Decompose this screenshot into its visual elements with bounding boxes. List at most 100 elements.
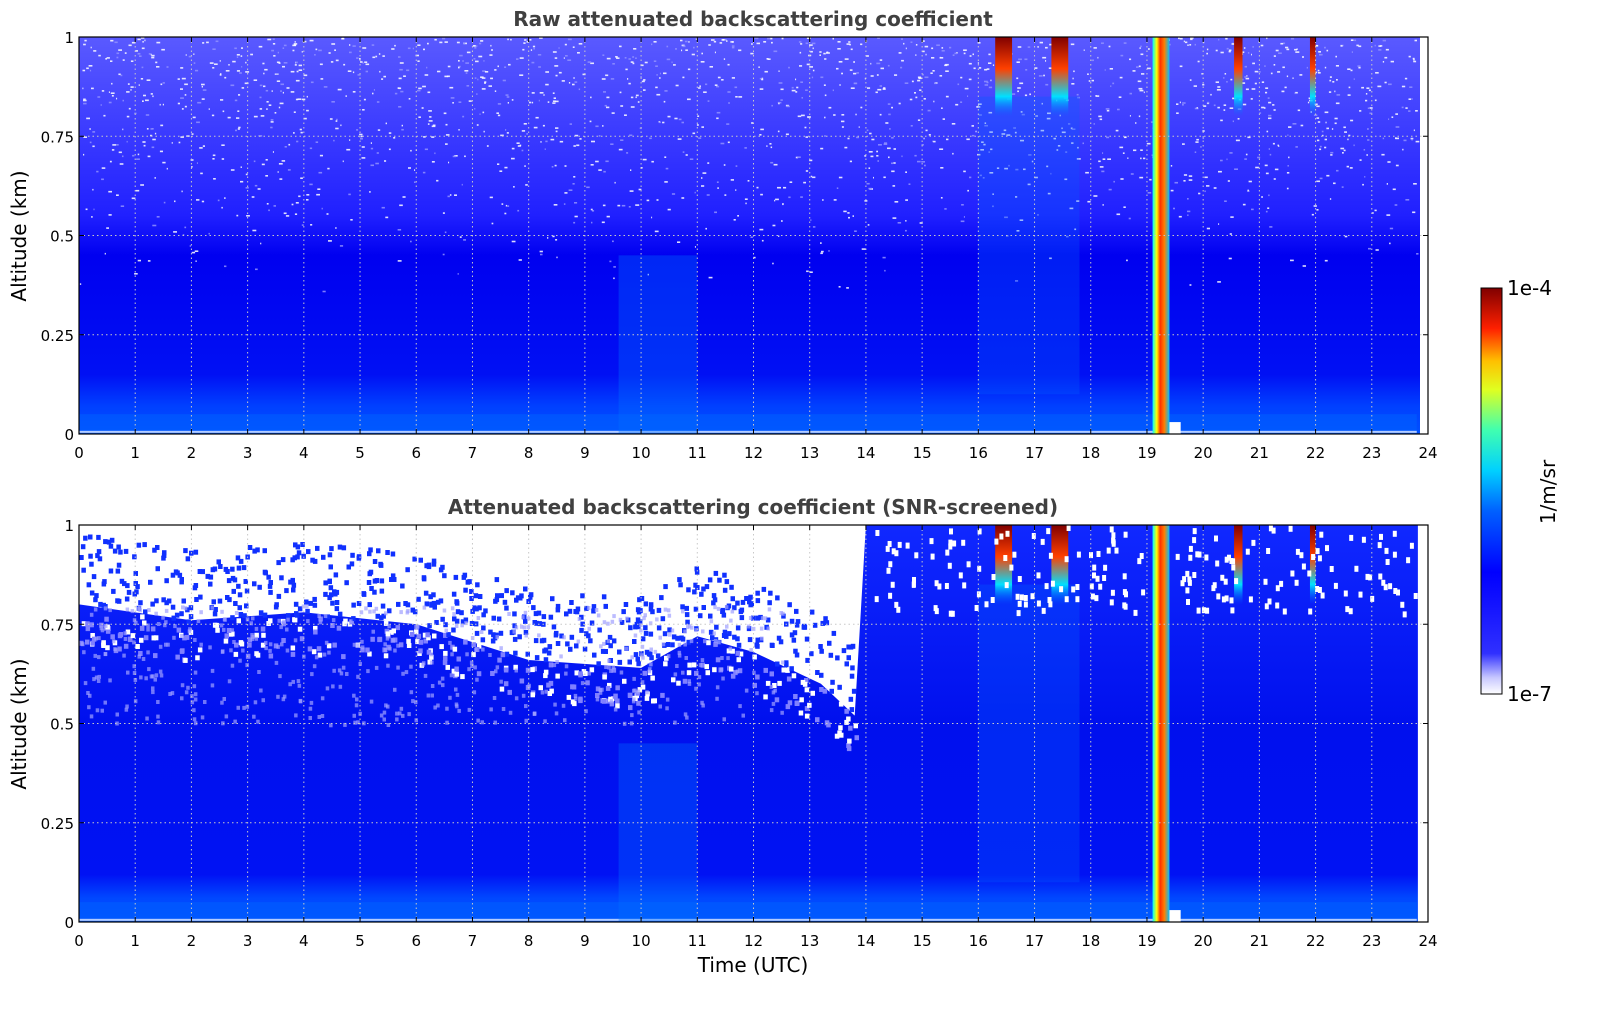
noise-fleck: [327, 167, 330, 170]
noise-fleck: [267, 38, 272, 41]
noise-fleck: [781, 220, 783, 222]
noise-fleck: [1261, 196, 1263, 198]
noise-fleck: [431, 125, 436, 128]
noise-fleck: [1374, 209, 1377, 212]
screen-edge-pixel: [549, 688, 554, 694]
noise-fleck: [694, 191, 696, 194]
noise-fleck: [1097, 56, 1099, 59]
noise-fleck: [803, 181, 806, 184]
noise-fleck: [246, 215, 250, 217]
noise-fleck: [224, 265, 227, 268]
screen-edge-pixel: [290, 577, 295, 583]
noise-fleck: [1394, 204, 1398, 206]
noise-fleck: [579, 138, 582, 140]
noise-fleck: [191, 133, 194, 135]
low-snr-pixel: [683, 712, 688, 717]
screen-edge-pixel: [656, 625, 662, 631]
noise-fleck: [306, 95, 308, 98]
noise-fleck: [1115, 129, 1119, 132]
screen-edge-pixel: [793, 694, 798, 699]
noise-fleck: [823, 84, 826, 86]
screen-edge-pixel: [416, 633, 422, 639]
low-snr-pixel: [282, 619, 286, 624]
noise-fleck: [349, 51, 352, 54]
screen-edge-pixel: [337, 611, 343, 617]
screen-edge-pixel: [483, 608, 488, 614]
noise-fleck: [173, 231, 177, 233]
noise-fleck: [756, 42, 760, 45]
x-tick-label: 24: [1418, 932, 1437, 950]
low-snr-pixel: [352, 713, 356, 718]
noise-fleck: [150, 93, 153, 95]
noise-fleck: [140, 184, 144, 186]
noise-fleck: [651, 43, 653, 46]
noise-fleck: [1188, 175, 1193, 177]
low-snr-pixel: [637, 710, 641, 715]
noise-fleck: [401, 128, 404, 131]
screen-edge-pixel: [173, 569, 179, 575]
screen-edge-pixel: [548, 614, 554, 620]
low-snr-pixel: [675, 664, 679, 668]
low-snr-pixel: [442, 608, 447, 613]
noise-fleck: [259, 108, 263, 110]
upper-gap-pixel: [961, 539, 966, 546]
low-snr-pixel: [422, 661, 426, 666]
noise-fleck: [833, 199, 837, 201]
noise-fleck: [501, 203, 504, 205]
noise-fleck: [519, 57, 524, 59]
low-snr-pixel: [587, 671, 591, 676]
screen-edge-pixel: [116, 562, 122, 568]
low-snr-pixel: [366, 669, 370, 674]
screen-edge-pixel: [185, 556, 191, 562]
noise-fleck: [850, 87, 855, 89]
screen-edge-pixel: [660, 616, 666, 622]
noise-fleck: [85, 208, 88, 211]
noise-fleck: [893, 162, 896, 164]
noise-fleck: [933, 100, 935, 103]
low-snr-pixel: [649, 662, 653, 667]
noise-fleck: [682, 76, 685, 79]
noise-fleck: [701, 52, 703, 55]
screen-edge-pixel: [708, 613, 713, 619]
noise-fleck: [635, 204, 640, 206]
screen-edge-pixel: [95, 553, 100, 559]
noise-fleck: [1335, 65, 1339, 67]
screen-edge-pixel: [323, 580, 328, 586]
noise-fleck: [761, 239, 764, 242]
noise-fleck: [180, 97, 184, 99]
noise-fleck: [116, 144, 119, 146]
screen-edge-pixel: [454, 671, 460, 677]
noise-fleck: [130, 86, 134, 88]
noise-fleck: [124, 52, 127, 54]
low-snr-pixel: [426, 693, 431, 698]
low-snr-pixel: [151, 686, 155, 691]
upper-gap-pixel: [1005, 530, 1010, 537]
noise-fleck: [349, 139, 351, 141]
noise-fleck: [245, 173, 248, 176]
noise-fleck: [331, 43, 336, 45]
noise-fleck: [274, 112, 277, 114]
noise-fleck: [786, 105, 790, 108]
low-snr-pixel: [454, 687, 458, 692]
low-snr-pixel: [253, 700, 258, 705]
noise-fleck: [595, 160, 599, 163]
noise-fleck: [910, 125, 913, 127]
screen-edge-pixel: [692, 589, 697, 595]
noise-fleck: [208, 108, 210, 110]
noise-fleck: [716, 181, 719, 183]
noise-fleck: [132, 154, 135, 157]
upper-gap-pixel: [1333, 582, 1338, 589]
noise-fleck: [651, 160, 654, 163]
noise-fleck: [855, 113, 857, 116]
screen-edge-pixel: [176, 627, 182, 633]
low-snr-pixel: [82, 650, 86, 655]
noise-fleck: [1265, 172, 1269, 175]
noise-fleck: [637, 101, 640, 103]
screen-edge-pixel: [85, 639, 90, 645]
screen-edge-pixel: [442, 660, 448, 666]
noise-fleck: [1139, 89, 1144, 92]
noise-fleck: [122, 155, 124, 158]
low-snr-pixel: [607, 665, 611, 670]
noise-fleck: [511, 240, 516, 243]
noise-fleck: [666, 45, 669, 48]
